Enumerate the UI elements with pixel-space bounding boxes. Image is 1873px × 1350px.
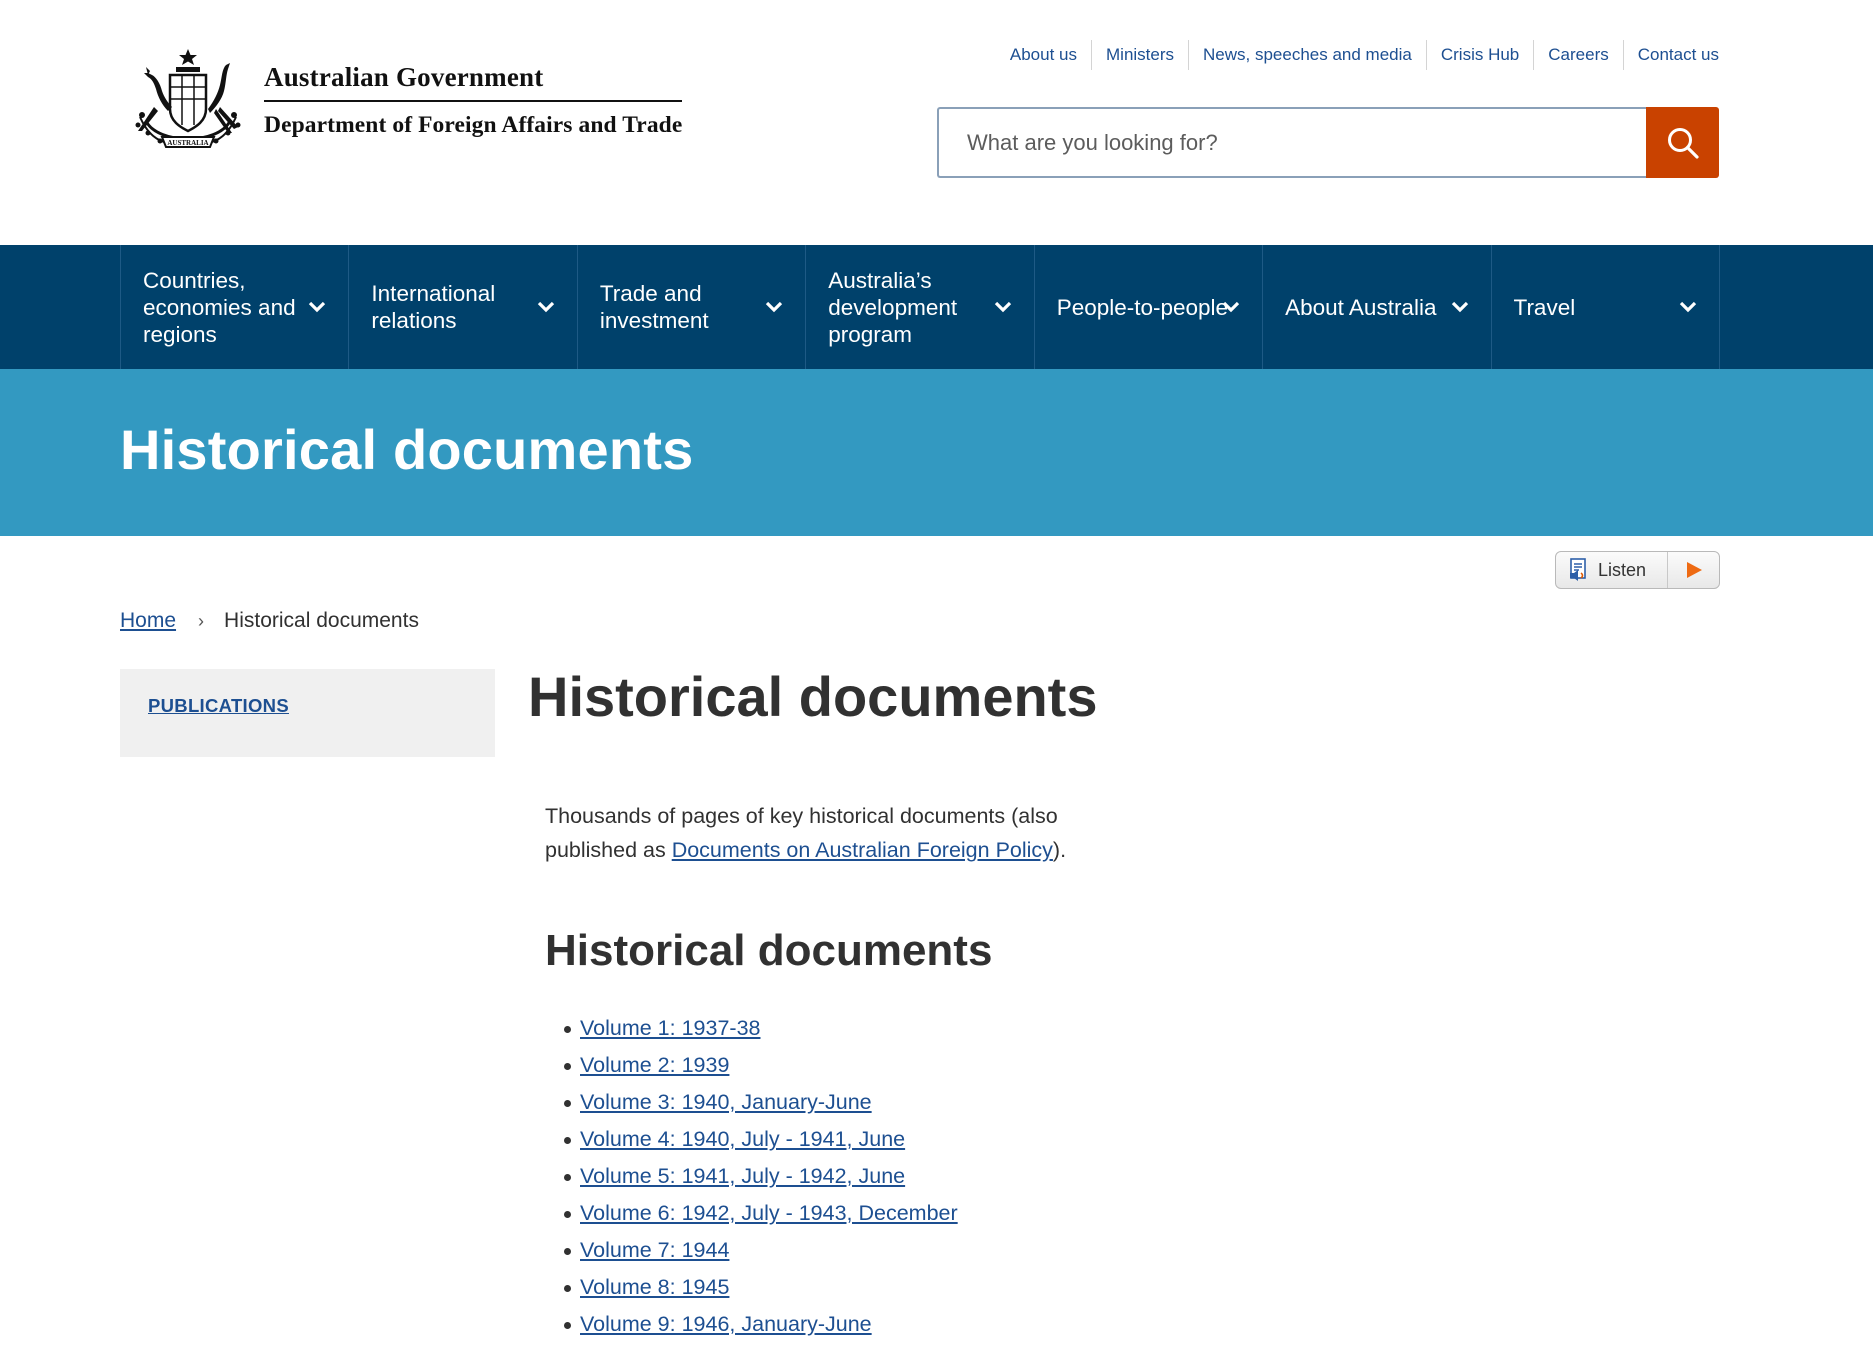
list-item: Volume 2: 1939 <box>564 1047 958 1084</box>
list-item: Volume 1: 1937-38 <box>564 1010 958 1047</box>
nav-item-people-to-people[interactable]: People-to-people <box>1035 245 1264 369</box>
play-icon <box>1686 562 1702 578</box>
nav-item-label: Travel <box>1513 294 1576 320</box>
nav-item-label: International relations <box>371 281 496 333</box>
list-item: Volume 6: 1942, July - 1943, December <box>564 1195 958 1232</box>
speaker-document-icon <box>1570 558 1586 581</box>
breadcrumb-current: Historical documents <box>224 609 419 632</box>
volume-link[interactable]: Volume 8: 1945 <box>580 1275 729 1299</box>
nav-item-travel[interactable]: Travel <box>1492 245 1720 369</box>
svg-text:AUSTRALIA: AUSTRALIA <box>167 139 208 147</box>
intro-paragraph: Thousands of pages of key historical doc… <box>545 799 1105 867</box>
search-icon <box>1667 127 1699 159</box>
page-title: Historical documents <box>528 665 1098 728</box>
nav-item-about-australia[interactable]: About Australia <box>1263 245 1492 369</box>
listen-button[interactable]: Listen <box>1555 551 1720 589</box>
util-link-news[interactable]: News, speeches and media <box>1188 40 1426 70</box>
coat-of-arms-icon: AUSTRALIA <box>135 49 241 148</box>
volume-link[interactable]: Volume 2: 1939 <box>580 1053 729 1077</box>
chevron-down-icon <box>1679 301 1697 313</box>
chevron-down-icon <box>537 301 554 313</box>
util-link-ministers[interactable]: Ministers <box>1091 40 1188 70</box>
intro-text-end: ). <box>1052 838 1067 862</box>
nav-item-international-relations[interactable]: International relations <box>349 245 578 369</box>
listen-label: Listen <box>1598 559 1647 580</box>
volume-list: Volume 1: 1937-38 Volume 2: 1939 Volume … <box>564 1010 958 1343</box>
breadcrumb-home-link[interactable]: Home <box>120 609 176 633</box>
listen-button-left[interactable]: Listen <box>1556 552 1668 588</box>
list-item: Volume 9: 1946, January-June <box>564 1306 958 1343</box>
volume-link[interactable]: Volume 4: 1940, July - 1941, June <box>580 1127 905 1151</box>
page-banner: Historical documents <box>0 369 1873 536</box>
main-navigation: Countries, economies and regions Interna… <box>0 245 1873 369</box>
nav-item-development[interactable]: Australia’s development program <box>806 245 1035 369</box>
dafp-link[interactable]: Documents on Australian Foreign Policy <box>672 838 1053 862</box>
nav-item-label: Australia’s development program <box>828 267 958 347</box>
volume-link[interactable]: Volume 6: 1942, July - 1943, December <box>580 1201 958 1225</box>
volume-link[interactable]: Volume 1: 1937-38 <box>580 1016 761 1040</box>
list-item: Volume 7: 1944 <box>564 1232 958 1269</box>
breadcrumb-separator: › <box>198 610 205 631</box>
nav-item-label: About Australia <box>1285 294 1437 320</box>
utility-nav: About us Ministers News, speeches and me… <box>996 40 1719 70</box>
util-link-crisis-hub[interactable]: Crisis Hub <box>1425 40 1533 70</box>
breadcrumb: Home › Historical documents <box>120 609 419 633</box>
chevron-down-icon <box>1451 301 1468 313</box>
sidebar-link-publications[interactable]: PUBLICATIONS <box>148 695 289 717</box>
nav-item-label: People-to-people <box>1056 294 1229 320</box>
volume-link[interactable]: Volume 7: 1944 <box>580 1238 729 1262</box>
volume-link[interactable]: Volume 5: 1941, July - 1942, June <box>580 1164 905 1188</box>
search-input[interactable] <box>937 107 1646 178</box>
government-logo[interactable]: AUSTRALIA Australian Government Departme… <box>118 46 708 154</box>
nav-item-label: Countries, economies and regions <box>143 267 296 347</box>
search-button[interactable] <box>1646 107 1719 178</box>
chevron-down-icon <box>1222 301 1240 313</box>
util-link-careers[interactable]: Careers <box>1533 40 1622 70</box>
banner-title: Historical documents <box>120 418 694 481</box>
nav-item-label: Trade and investment <box>599 281 709 333</box>
util-link-about-us[interactable]: About us <box>996 40 1091 70</box>
volume-link[interactable]: Volume 3: 1940, January-June <box>580 1090 872 1114</box>
list-item: Volume 4: 1940, July - 1941, June <box>564 1121 958 1158</box>
list-item: Volume 5: 1941, July - 1942, June <box>564 1158 958 1195</box>
logo-department-name: Department of Foreign Affairs and Trade <box>264 111 683 138</box>
list-item: Volume 3: 1940, January-June <box>564 1084 958 1121</box>
search-form <box>937 107 1719 178</box>
listen-play[interactable] <box>1668 552 1719 588</box>
nav-item-trade[interactable]: Trade and investment <box>578 245 807 369</box>
logo-text: Australian Government Department of Fore… <box>264 62 683 139</box>
list-item: Volume 8: 1945 <box>564 1269 958 1306</box>
volume-link[interactable]: Volume 9: 1946, January-June <box>580 1312 872 1336</box>
util-link-contact-us[interactable]: Contact us <box>1622 40 1719 70</box>
sidebar: PUBLICATIONS <box>120 669 495 757</box>
chevron-down-icon <box>766 301 783 313</box>
site-header: AUSTRALIA Australian Government Departme… <box>0 0 1873 245</box>
chevron-down-icon <box>309 301 326 313</box>
section-heading: Historical documents <box>545 926 993 975</box>
nav-item-countries[interactable]: Countries, economies and regions <box>121 245 350 369</box>
logo-government-name: Australian Government <box>264 62 683 102</box>
chevron-down-icon <box>994 301 1011 313</box>
